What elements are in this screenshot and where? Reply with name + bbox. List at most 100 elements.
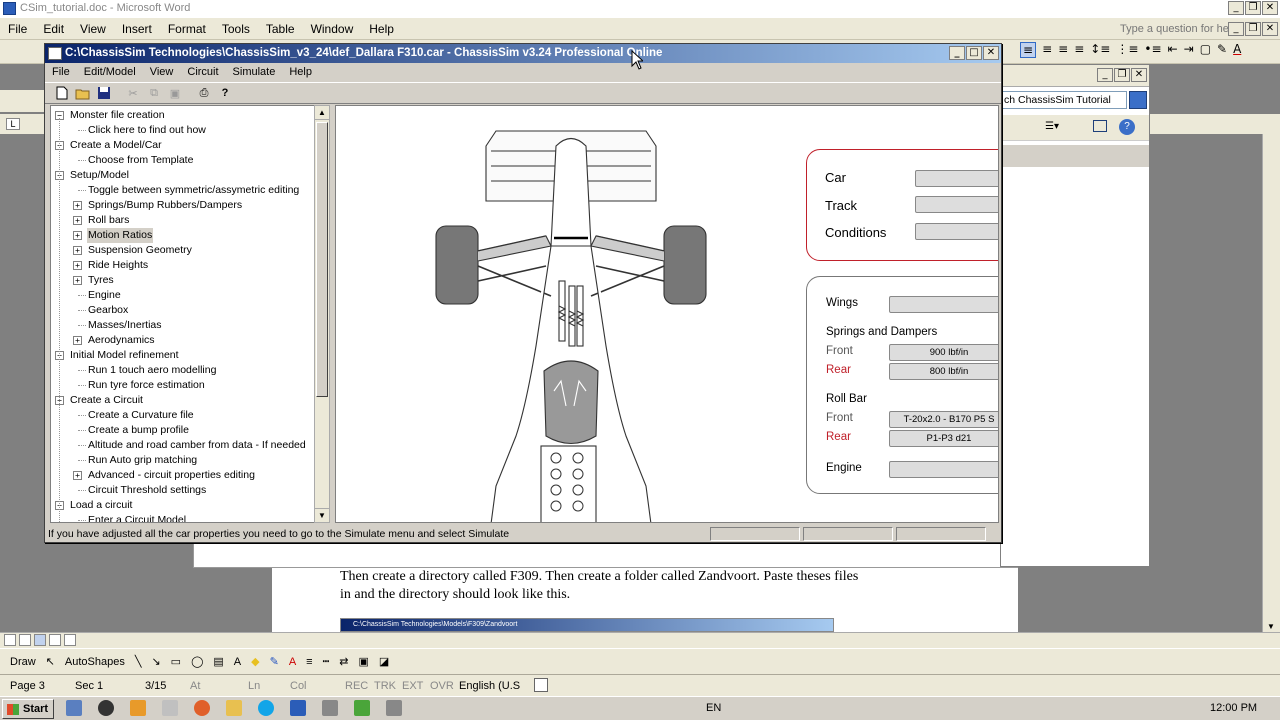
- cs-menu-circuit[interactable]: Circuit: [180, 63, 225, 82]
- menu-format[interactable]: Format: [160, 18, 214, 40]
- cs-minimize-button[interactable]: _: [949, 46, 965, 60]
- tree-item[interactable]: Ride Heights: [87, 258, 149, 273]
- rectangle-icon[interactable]: ▭: [171, 655, 181, 668]
- arrow-icon[interactable]: ↘: [151, 655, 160, 668]
- help-search-go-icon[interactable]: [1129, 91, 1147, 109]
- front-spring-field[interactable]: 900 lbf/in: [889, 344, 998, 361]
- cs-menu-help[interactable]: Help: [282, 63, 319, 82]
- cs-menu-view[interactable]: View: [143, 63, 181, 82]
- tree-item[interactable]: Suspension Geometry: [87, 243, 193, 258]
- tree-item[interactable]: Altitude and road camber from data - If …: [87, 438, 307, 453]
- tree-item[interactable]: Aerodynamics: [87, 333, 156, 348]
- tree-item[interactable]: Tyres: [87, 273, 115, 288]
- 3d-icon[interactable]: ◪: [379, 655, 389, 668]
- tree-item[interactable]: Create a Model/Car: [69, 138, 163, 153]
- menu-edit[interactable]: Edit: [35, 18, 72, 40]
- cs-menu-edit-model[interactable]: Edit/Model: [77, 63, 143, 82]
- doc-restore-button[interactable]: ❐: [1245, 22, 1261, 36]
- document-page[interactable]: Then create a directory called F309. The…: [272, 568, 1018, 632]
- tree-item[interactable]: Create a bump profile: [87, 423, 190, 438]
- tree-item[interactable]: Run tyre force estimation: [87, 378, 206, 393]
- app-icon[interactable]: [162, 700, 178, 716]
- tree-expand-icon[interactable]: +: [73, 471, 82, 480]
- align-center-icon[interactable]: ≡: [1042, 42, 1052, 58]
- tree-item[interactable]: Roll bars: [87, 213, 130, 228]
- tree-expand-icon[interactable]: +: [73, 231, 82, 240]
- tree-item[interactable]: Gearbox: [87, 303, 129, 318]
- print-icon[interactable]: ⎙: [194, 84, 214, 102]
- vlc-icon[interactable]: [130, 700, 146, 716]
- tree-item[interactable]: Circuit Threshold settings: [87, 483, 207, 498]
- tree-expand-icon[interactable]: +: [73, 276, 82, 285]
- cs-maximize-button[interactable]: □: [966, 46, 982, 60]
- tree-expand-icon[interactable]: +: [73, 261, 82, 270]
- vertical-scrollbar[interactable]: ▼: [1262, 134, 1280, 632]
- tree-item[interactable]: Click here to find out how: [87, 123, 207, 138]
- justify-icon[interactable]: ≡: [1074, 42, 1084, 58]
- decrease-indent-icon[interactable]: ⇤: [1168, 42, 1178, 58]
- save-icon[interactable]: [94, 84, 114, 102]
- normal-view-icon[interactable]: [4, 634, 16, 646]
- oval-icon[interactable]: ◯: [191, 655, 203, 668]
- help-close-button[interactable]: ✕: [1131, 68, 1147, 82]
- outlook-icon[interactable]: [66, 700, 82, 716]
- restore-button[interactable]: ❐: [1245, 1, 1261, 15]
- start-button[interactable]: Start: [2, 699, 54, 719]
- line-style-icon[interactable]: ≡: [306, 656, 312, 668]
- tree-scroll-thumb[interactable]: [316, 122, 328, 397]
- language-indicator[interactable]: EN: [706, 702, 721, 714]
- camtasia-icon[interactable]: [354, 700, 370, 716]
- car-field[interactable]: [915, 170, 998, 187]
- tree-item[interactable]: Advanced - circuit properties editing: [87, 468, 256, 483]
- line-icon[interactable]: ╲: [135, 655, 142, 668]
- align-right-icon[interactable]: ≡: [1058, 42, 1068, 58]
- tree-item[interactable]: Initial Model refinement: [69, 348, 180, 363]
- rear-spring-field[interactable]: 800 lbf/in: [889, 363, 998, 380]
- open-folder-icon[interactable]: [73, 84, 93, 102]
- dash-style-icon[interactable]: ┅: [323, 655, 330, 668]
- tree-item[interactable]: Setup/Model: [69, 168, 130, 183]
- tree-item[interactable]: Motion Ratios: [87, 228, 154, 243]
- tree-expand-icon[interactable]: +: [73, 336, 82, 345]
- new-file-icon[interactable]: [52, 84, 72, 102]
- menu-file[interactable]: File: [0, 18, 35, 40]
- front-rollbar-field[interactable]: T-20x2.0 - B170 P5 S: [889, 411, 998, 428]
- line-color-icon[interactable]: ✎: [270, 655, 279, 668]
- select-objects-icon[interactable]: ↖: [46, 655, 55, 668]
- firefox-icon[interactable]: [194, 700, 210, 716]
- app2-icon[interactable]: [386, 700, 402, 716]
- close-button[interactable]: ✕: [1262, 1, 1278, 15]
- fill-color-icon[interactable]: ◆: [251, 655, 259, 668]
- tree-item[interactable]: Load a circuit: [69, 498, 133, 513]
- shadow-icon[interactable]: ▣: [358, 655, 368, 668]
- wordart-icon[interactable]: A: [234, 656, 241, 668]
- doc-close-button[interactable]: ✕: [1262, 22, 1278, 36]
- tree-expand-icon[interactable]: +: [73, 216, 82, 225]
- bullets-icon[interactable]: •≡: [1144, 42, 1161, 58]
- reading-view-icon[interactable]: [64, 634, 76, 646]
- horizontal-scrollbar[interactable]: [0, 632, 1280, 648]
- media-icon[interactable]: [98, 700, 114, 716]
- engine-field[interactable]: [889, 461, 998, 478]
- menu-window[interactable]: Window: [303, 18, 362, 40]
- view-list-icon[interactable]: ☰▾: [1045, 121, 1059, 132]
- word-taskbar-icon[interactable]: [290, 700, 306, 716]
- help-context-icon[interactable]: ?: [215, 84, 235, 102]
- minimize-button[interactable]: _: [1228, 1, 1244, 15]
- tree-item[interactable]: Create a Curvature file: [87, 408, 195, 423]
- folder-icon[interactable]: [226, 700, 242, 716]
- line-spacing-icon[interactable]: ↕≡: [1090, 42, 1110, 58]
- textbox-icon[interactable]: ▤: [213, 655, 223, 668]
- spelling-status-icon[interactable]: [534, 678, 548, 692]
- tree-item[interactable]: Monster file creation: [69, 108, 166, 123]
- doc-minimize-button[interactable]: _: [1228, 22, 1244, 36]
- status-rec[interactable]: REC: [345, 680, 368, 692]
- menu-table[interactable]: Table: [258, 18, 303, 40]
- tree-item[interactable]: Toggle between symmetric/assymetric edit…: [87, 183, 300, 198]
- tree-item[interactable]: Springs/Bump Rubbers/Dampers: [87, 198, 243, 213]
- chassissim-title-bar[interactable]: C:\ChassisSim Technologies\ChassisSim_v3…: [45, 44, 1001, 63]
- tree-scroll-up-icon[interactable]: ▲: [315, 106, 329, 120]
- menu-view[interactable]: View: [72, 18, 114, 40]
- menu-tools[interactable]: Tools: [214, 18, 258, 40]
- draw-menu[interactable]: Draw: [10, 656, 36, 668]
